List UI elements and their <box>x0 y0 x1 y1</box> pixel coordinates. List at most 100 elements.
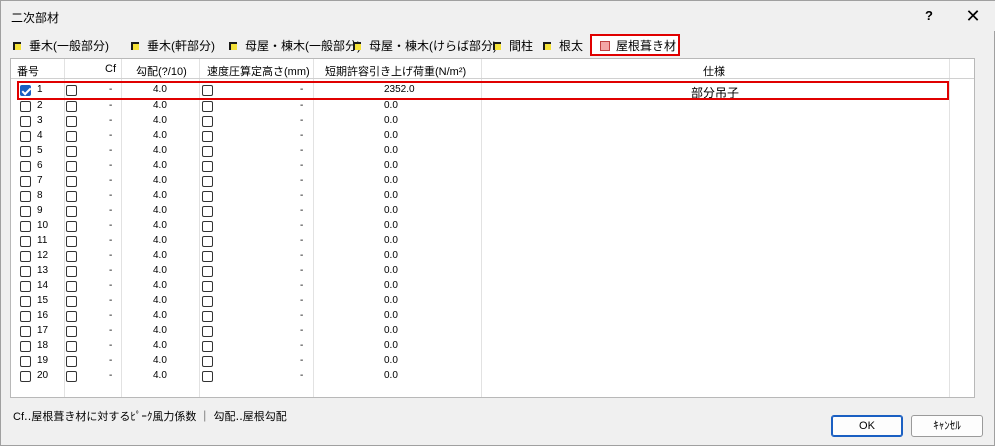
table-row[interactable]: 7 - 4.0 - 0.0 <box>11 174 974 189</box>
table-row[interactable]: 10 - 4.0 - 0.0 <box>11 219 974 234</box>
tab-rafter-general[interactable]: 垂木(一般部分) <box>9 35 127 57</box>
tab-rafter-eaves[interactable]: 垂木(軒部分) <box>127 35 225 57</box>
table-row[interactable]: 17 - 4.0 - 0.0 <box>11 324 974 339</box>
tab-roofing[interactable]: 屋根葺き材 <box>590 34 680 56</box>
cf-checkbox[interactable] <box>66 311 77 322</box>
tab-purlin-general[interactable]: 母屋・棟木(一般部分) <box>225 35 361 57</box>
cf-checkbox[interactable] <box>66 326 77 337</box>
uplift-load-value[interactable]: 0.0 <box>384 190 398 201</box>
uplift-load-value[interactable]: 0.0 <box>384 370 398 381</box>
cf-checkbox[interactable] <box>66 296 77 307</box>
pressure-height-checkbox[interactable] <box>202 311 213 322</box>
uplift-load-value[interactable]: 0.0 <box>384 265 398 276</box>
cf-checkbox[interactable] <box>66 266 77 277</box>
table-row[interactable]: 2 - 4.0 - 0.0 <box>11 99 974 114</box>
cf-checkbox[interactable] <box>66 101 77 112</box>
table-row[interactable]: 8 - 4.0 - 0.0 <box>11 189 974 204</box>
table-row[interactable]: 20 - 4.0 - 0.0 <box>11 369 974 384</box>
pressure-height-checkbox[interactable] <box>202 356 213 367</box>
uplift-load-value[interactable]: 0.0 <box>384 100 398 111</box>
table-row[interactable]: 5 - 4.0 - 0.0 <box>11 144 974 159</box>
pressure-height-checkbox[interactable] <box>202 371 213 382</box>
cf-checkbox[interactable] <box>66 176 77 187</box>
uplift-load-value[interactable]: 0.0 <box>384 280 398 291</box>
uplift-load-value[interactable]: 0.0 <box>384 145 398 156</box>
table-row[interactable]: 15 - 4.0 - 0.0 <box>11 294 974 309</box>
row-enable-checkbox[interactable] <box>20 356 31 367</box>
pressure-height-checkbox[interactable] <box>202 131 213 142</box>
cf-checkbox[interactable] <box>66 236 77 247</box>
cf-checkbox[interactable] <box>66 191 77 202</box>
row-enable-checkbox[interactable] <box>20 371 31 382</box>
uplift-load-value[interactable]: 0.0 <box>384 355 398 366</box>
slope-value[interactable]: 4.0 <box>153 130 167 141</box>
tab-stud[interactable]: 間柱 <box>489 35 539 57</box>
table-row[interactable]: 12 - 4.0 - 0.0 <box>11 249 974 264</box>
pressure-height-checkbox[interactable] <box>202 296 213 307</box>
row-enable-checkbox[interactable] <box>20 191 31 202</box>
row-enable-checkbox[interactable] <box>20 311 31 322</box>
cf-checkbox[interactable] <box>66 161 77 172</box>
uplift-load-value[interactable]: 0.0 <box>384 220 398 231</box>
slope-value[interactable]: 4.0 <box>153 280 167 291</box>
cf-checkbox[interactable] <box>66 251 77 262</box>
uplift-load-value[interactable]: 0.0 <box>384 340 398 351</box>
help-button[interactable]: ? <box>917 6 941 26</box>
pressure-height-checkbox[interactable] <box>202 281 213 292</box>
slope-value[interactable]: 4.0 <box>153 265 167 276</box>
ok-button[interactable]: OK <box>831 415 903 437</box>
pressure-height-checkbox[interactable] <box>202 251 213 262</box>
pressure-height-checkbox[interactable] <box>202 176 213 187</box>
pressure-height-checkbox[interactable] <box>202 341 213 352</box>
pressure-height-checkbox[interactable] <box>202 161 213 172</box>
row-enable-checkbox[interactable] <box>20 251 31 262</box>
table-row[interactable]: 19 - 4.0 - 0.0 <box>11 354 974 369</box>
slope-value[interactable]: 4.0 <box>153 295 167 306</box>
cf-checkbox[interactable] <box>66 221 77 232</box>
row-enable-checkbox[interactable] <box>20 176 31 187</box>
uplift-load-value[interactable]: 0.0 <box>384 160 398 171</box>
slope-value[interactable]: 4.0 <box>153 190 167 201</box>
uplift-load-value[interactable]: 0.0 <box>384 250 398 261</box>
slope-value[interactable]: 4.0 <box>153 235 167 246</box>
uplift-load-value[interactable]: 0.0 <box>384 205 398 216</box>
uplift-load-value[interactable]: 0.0 <box>384 235 398 246</box>
uplift-load-value[interactable]: 0.0 <box>384 130 398 141</box>
cf-checkbox[interactable] <box>66 206 77 217</box>
row-enable-checkbox[interactable] <box>20 266 31 277</box>
pressure-height-checkbox[interactable] <box>202 206 213 217</box>
row-enable-checkbox[interactable] <box>20 131 31 142</box>
table-row[interactable]: 18 - 4.0 - 0.0 <box>11 339 974 354</box>
pressure-height-checkbox[interactable] <box>202 266 213 277</box>
slope-value[interactable]: 4.0 <box>153 310 167 321</box>
table-row[interactable]: 11 - 4.0 - 0.0 <box>11 234 974 249</box>
table-row[interactable]: 6 - 4.0 - 0.0 <box>11 159 974 174</box>
slope-value[interactable]: 4.0 <box>153 355 167 366</box>
uplift-load-value[interactable]: 0.0 <box>384 310 398 321</box>
row-enable-checkbox[interactable] <box>20 341 31 352</box>
pressure-height-checkbox[interactable] <box>202 326 213 337</box>
row-enable-checkbox[interactable] <box>20 281 31 292</box>
row-enable-checkbox[interactable] <box>20 206 31 217</box>
slope-value[interactable]: 4.0 <box>153 220 167 231</box>
cf-checkbox[interactable] <box>66 371 77 382</box>
table-row[interactable]: 14 - 4.0 - 0.0 <box>11 279 974 294</box>
pressure-height-checkbox[interactable] <box>202 191 213 202</box>
tab-joist[interactable]: 根太 <box>539 35 589 57</box>
row-enable-checkbox[interactable] <box>20 146 31 157</box>
table-row[interactable]: 16 - 4.0 - 0.0 <box>11 309 974 324</box>
uplift-load-value[interactable]: 0.0 <box>384 325 398 336</box>
slope-value[interactable]: 4.0 <box>153 325 167 336</box>
uplift-load-value[interactable]: 0.0 <box>384 115 398 126</box>
cf-checkbox[interactable] <box>66 116 77 127</box>
vertical-scrollbar[interactable] <box>975 58 987 398</box>
slope-value[interactable]: 4.0 <box>153 145 167 156</box>
cf-checkbox[interactable] <box>66 131 77 142</box>
row-enable-checkbox[interactable] <box>20 101 31 112</box>
pressure-height-checkbox[interactable] <box>202 116 213 127</box>
slope-value[interactable]: 4.0 <box>153 115 167 126</box>
table-row[interactable]: 4 - 4.0 - 0.0 <box>11 129 974 144</box>
cancel-button[interactable]: ｷｬﾝｾﾙ <box>911 415 983 437</box>
row-enable-checkbox[interactable] <box>20 161 31 172</box>
row-enable-checkbox[interactable] <box>20 296 31 307</box>
